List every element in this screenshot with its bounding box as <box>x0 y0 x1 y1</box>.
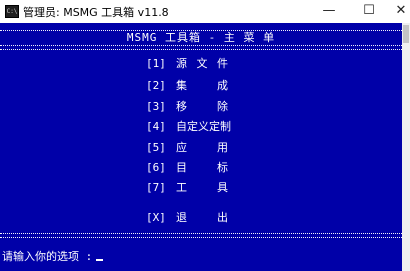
menu-item-key: [5] <box>146 141 166 154</box>
maximize-button[interactable]: ☐ <box>354 0 384 23</box>
menu-item-label: 移除 <box>176 100 228 113</box>
menu-title: MSMG 工具箱 - 主 菜 单 <box>0 31 402 45</box>
menu-item-label: 目标 <box>176 161 228 174</box>
menu-item-label: 自定义定制 <box>176 120 231 133</box>
input-prompt[interactable]: 请输入你的选项 : <box>2 248 104 264</box>
text-cursor <box>96 259 104 261</box>
menu-item-key: [1] <box>146 57 166 70</box>
separator-bottom <box>0 233 402 238</box>
close-button[interactable]: ✕ <box>386 0 410 23</box>
menu-item-label: 退出 <box>176 211 228 224</box>
menu-item-key: [6] <box>146 161 166 174</box>
console-window: C:\ 管理员: MSMG 工具箱 v11.8 — ☐ ✕ MSMG 工具箱 -… <box>0 0 410 271</box>
menu-item-label: 集成 <box>176 79 228 92</box>
prompt-text: 请输入你的选项 : <box>2 250 93 263</box>
window-title: 管理员: MSMG 工具箱 v11.8 <box>23 6 169 19</box>
title-bar[interactable]: C:\ 管理员: MSMG 工具箱 v11.8 — ☐ ✕ <box>0 0 410 23</box>
console-area[interactable]: MSMG 工具箱 - 主 菜 单 [1] 源文件 [2] 集成 [3] 移除 [… <box>0 23 402 271</box>
scrollbar-thumb[interactable] <box>403 25 409 43</box>
vertical-scrollbar[interactable] <box>402 23 410 271</box>
menu-item-key: [7] <box>146 181 166 194</box>
menu-item-key: [4] <box>146 120 166 133</box>
minimize-button[interactable]: — <box>314 0 344 23</box>
menu-item-label: 应用 <box>176 141 228 154</box>
menu-item-key: [3] <box>146 100 166 113</box>
menu-item-key: [X] <box>146 211 166 224</box>
separator-title <box>0 45 402 50</box>
menu-item-label: 工具 <box>176 181 228 194</box>
cmd-icon: C:\ <box>5 5 19 18</box>
menu-item-key: [2] <box>146 79 166 92</box>
menu-title-text: MSMG 工具箱 - 主 菜 单 <box>122 31 280 44</box>
menu-item-label: 源文件 <box>176 57 228 70</box>
